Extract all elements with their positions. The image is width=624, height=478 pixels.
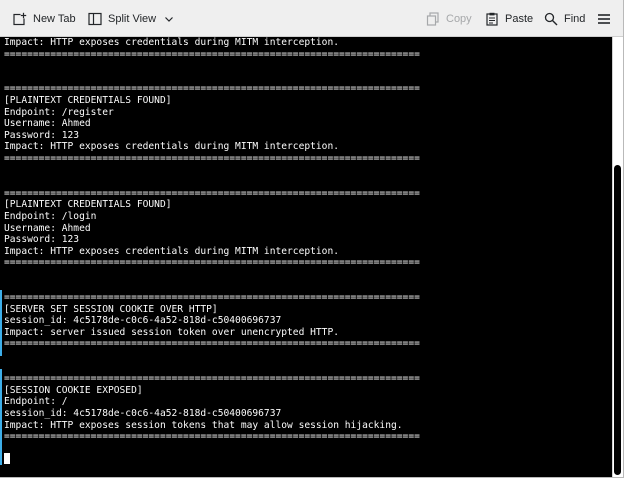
- paste-label: Paste: [505, 12, 534, 25]
- split-view-button[interactable]: Split View: [88, 0, 174, 37]
- copy-icon: [426, 11, 440, 26]
- toolbar: New Tab Split View Copy Paste Find: [0, 0, 623, 37]
- terminal-line: ========================================…: [4, 373, 420, 385]
- terminal-line: Impact: HTTP exposes credentials during …: [4, 141, 340, 153]
- terminal-line: Endpoint: /register: [4, 106, 114, 118]
- paste-button[interactable]: Paste: [485, 0, 533, 37]
- new-tab-icon: [13, 12, 27, 26]
- terminal-line: Impact: HTTP exposes session tokens that…: [4, 419, 403, 431]
- search-icon: [544, 12, 558, 26]
- split-view-icon: [88, 12, 102, 26]
- terminal-line: ========================================…: [4, 338, 420, 350]
- terminal-line: session_id: 4c5178de-c0c6-4a52-818d-c504…: [4, 315, 282, 327]
- copy-button[interactable]: Copy: [426, 0, 472, 37]
- terminal-line: Endpoint: /login: [4, 210, 97, 222]
- terminal-line: Impact: HTTP exposes credentials during …: [4, 245, 340, 257]
- new-tab-label: New Tab: [33, 12, 76, 25]
- find-label: Find: [564, 12, 586, 25]
- find-button[interactable]: Find: [544, 0, 585, 37]
- paste-icon: [485, 12, 499, 26]
- terminal-line: ========================================…: [4, 292, 420, 304]
- terminal-line: Password: 123: [4, 234, 80, 246]
- terminal-scrollbar[interactable]: [612, 37, 623, 477]
- new-tab-button[interactable]: New Tab: [13, 0, 76, 37]
- copy-label: Copy: [446, 12, 472, 25]
- terminal-line: [SERVER SET SESSION COOKIE OVER HTTP]: [4, 303, 218, 315]
- terminal-line: [PLAINTEXT CREDENTIALS FOUND]: [4, 94, 172, 106]
- terminal-line: ========================================…: [4, 152, 420, 164]
- chevron-down-icon[interactable]: [164, 14, 174, 24]
- terminal-text: Impact: HTTP exposes credentials during …: [4, 37, 420, 443]
- terminal-cursor: [4, 453, 10, 464]
- terminal-line: ========================================…: [4, 187, 420, 199]
- terminal-line: ========================================…: [4, 431, 420, 443]
- terminal-line: Endpoint: /: [4, 396, 68, 408]
- scrollbar-thumb[interactable]: [614, 165, 621, 475]
- terminal-line: Password: 123: [4, 129, 80, 141]
- hamburger-menu-icon: [597, 12, 611, 26]
- main-menu-button[interactable]: [597, 0, 611, 37]
- terminal-line: [SESSION COOKIE EXPOSED]: [4, 384, 143, 396]
- terminal-line: session_id: 4c5178de-c0c6-4a52-818d-c504…: [4, 408, 282, 419]
- terminal-line: Impact: HTTP exposes credentials during …: [4, 37, 340, 48]
- konsole-window: New Tab Split View Copy Paste Find Impac…: [0, 0, 624, 478]
- terminal-line: Impact: server issued session token over…: [4, 326, 340, 338]
- terminal-line: Username: Ahmed: [4, 118, 91, 130]
- terminal-line: ========================================…: [4, 48, 420, 60]
- output-marker: [0, 369, 2, 465]
- terminal-line: Username: Ahmed: [4, 222, 91, 234]
- terminal-line: ========================================…: [4, 257, 420, 269]
- terminal-output[interactable]: Impact: HTTP exposes credentials during …: [0, 37, 612, 477]
- terminal-line: ========================================…: [4, 83, 420, 95]
- output-marker: [0, 290, 2, 356]
- split-view-label: Split View: [108, 12, 157, 25]
- terminal-line: [PLAINTEXT CREDENTIALS FOUND]: [4, 199, 172, 211]
